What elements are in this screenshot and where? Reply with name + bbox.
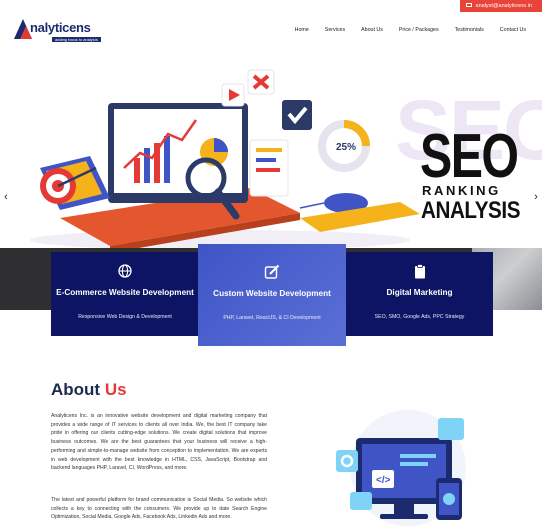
hero-slider: 25% SEO SEO RANKING ANALYSIS ‹ ›: [0, 48, 542, 248]
edit-icon: [264, 264, 280, 279]
logo-tagline: adding focus to analysis: [52, 37, 101, 42]
screen-bar-4: [164, 136, 170, 183]
logo-text: nalyticens: [30, 20, 91, 35]
nav-home[interactable]: Home: [287, 26, 317, 34]
contact-email[interactable]: analyst@analyticens.in: [476, 3, 532, 9]
art-code-glyph: </>: [376, 475, 391, 486]
donut-label: 25%: [336, 142, 356, 153]
about-heading: About Us: [51, 380, 127, 399]
mouse-cable: [299, 202, 325, 209]
service-subtitle: PHP, Laravel, ReactJS, & CI Development: [223, 315, 321, 321]
clipboard-icon: [414, 264, 425, 279]
service-title: Digital Marketing: [386, 288, 453, 297]
about-paragraph-2: The latest and powerful platform for bra…: [51, 497, 267, 521]
side-widget-line-2: [256, 158, 276, 162]
nav-contact[interactable]: Contact Us: [492, 26, 528, 34]
slider-next-arrow-icon[interactable]: ›: [531, 191, 541, 203]
service-card-digital-marketing[interactable]: Digital Marketing SEO, SMO, Google Ads, …: [346, 252, 493, 336]
seo-subtitle-analysis: ANALYSIS: [421, 197, 521, 224]
globe-icon: [118, 264, 132, 278]
art-gear-tile: [336, 450, 358, 472]
nav-about[interactable]: About Us: [353, 26, 391, 34]
art-line-2: [400, 462, 428, 466]
nav-services[interactable]: Services: [317, 26, 353, 34]
nav-pricing[interactable]: Price / Packages: [391, 26, 447, 34]
mail-icon: [466, 2, 472, 7]
site-header: nalyticens adding focus to analysis Home…: [0, 12, 542, 48]
art-base: [380, 514, 428, 519]
service-card-custom-web[interactable]: Custom Website Development PHP, Laravel,…: [198, 244, 346, 346]
art-cloud-tile: [438, 418, 464, 440]
about-paragraph-1: Analyticens Inc. is an innovative websit…: [51, 413, 267, 472]
art-phone-check: [443, 493, 455, 505]
art-line-1: [400, 454, 436, 458]
web-dev-illustration: </>: [336, 410, 466, 526]
logo[interactable]: nalyticens adding focus to analysis: [14, 17, 114, 45]
art-stand: [394, 504, 414, 514]
tile-check: [282, 100, 312, 130]
service-title: E-Commerce Website Development: [56, 288, 194, 297]
screen-bar-1: [134, 158, 140, 183]
side-widget-line-3: [256, 168, 280, 172]
service-card-ecommerce[interactable]: E-Commerce Website Development Responsiv…: [51, 252, 199, 336]
service-subtitle: SEO, SMO, Google Ads, PPC Strategy: [374, 314, 465, 320]
slider-prev-arrow-icon[interactable]: ‹: [1, 191, 11, 203]
service-subtitle: Responsive Web Design & Development: [78, 314, 172, 320]
art-search-tile: [350, 492, 372, 510]
seo-subtitle-ranking: RANKING: [422, 183, 501, 198]
main-nav: Home Services About Us Price / Packages …: [287, 26, 528, 34]
seo-title: SEO: [420, 122, 519, 191]
screen-bar-2: [144, 148, 150, 183]
side-widget-line-1: [256, 148, 282, 152]
nav-testimonials[interactable]: Testimonials: [447, 26, 492, 34]
service-title: Custom Website Development: [213, 289, 331, 298]
contact-email-bar[interactable]: analyst@analyticens.in: [460, 0, 542, 12]
